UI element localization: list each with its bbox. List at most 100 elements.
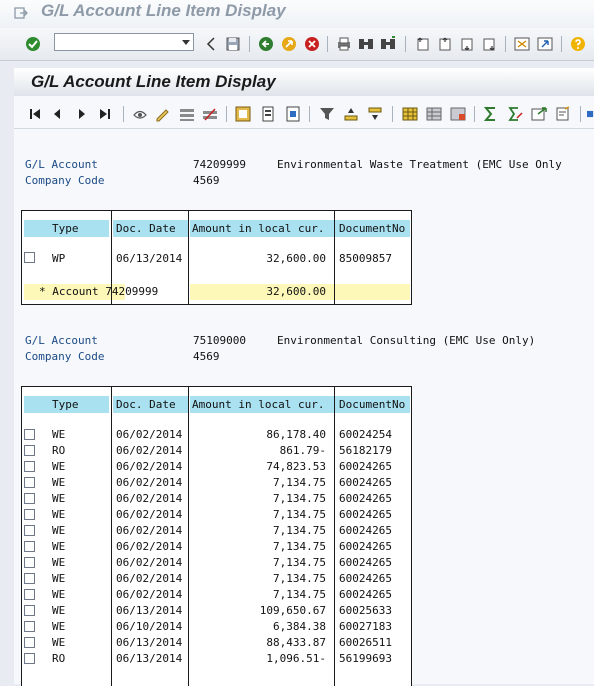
subtotal-icon[interactable] bbox=[507, 106, 523, 122]
document-no-cell[interactable]: 60027183 bbox=[339, 619, 392, 635]
command-input[interactable] bbox=[57, 39, 175, 53]
line-item-list: G/L Account 74209999 Environmental Waste… bbox=[14, 130, 594, 686]
row-checkbox[interactable] bbox=[24, 557, 35, 568]
row-checkbox[interactable] bbox=[24, 493, 35, 504]
next-page-icon[interactable] bbox=[459, 36, 475, 52]
document-no-cell[interactable]: 60024265 bbox=[339, 555, 392, 571]
document-no-cell[interactable]: 60026511 bbox=[339, 635, 392, 651]
sort-descending-icon[interactable] bbox=[367, 106, 383, 122]
create-session-icon[interactable] bbox=[514, 36, 530, 52]
row-checkbox[interactable] bbox=[24, 653, 35, 664]
last-item-icon[interactable] bbox=[97, 106, 113, 122]
export-icon[interactable] bbox=[531, 106, 547, 122]
table-row[interactable]: WE 06/02/2014 74,823.53 60024265 bbox=[22, 459, 413, 475]
row-checkbox[interactable] bbox=[24, 252, 35, 263]
chevron-down-icon[interactable] bbox=[182, 40, 190, 45]
save-layout-icon[interactable] bbox=[450, 106, 466, 122]
table-row[interactable]: WE 06/02/2014 7,134.75 60024265 bbox=[22, 491, 413, 507]
column-header-document-no[interactable]: DocumentNo bbox=[335, 220, 410, 237]
document-no-cell[interactable]: 60024265 bbox=[339, 571, 392, 587]
next-item-icon[interactable] bbox=[74, 106, 90, 122]
layout-icon[interactable] bbox=[402, 106, 418, 122]
choose-details-icon[interactable] bbox=[260, 106, 276, 122]
doc-type-cell: WE bbox=[52, 460, 66, 473]
document-no-cell[interactable]: 60025633 bbox=[339, 603, 392, 619]
document-no-cell[interactable]: 60024265 bbox=[339, 459, 392, 475]
find-next-icon[interactable] bbox=[380, 36, 396, 52]
column-header-amount[interactable]: Amount in local cur. bbox=[190, 220, 334, 237]
column-header-type[interactable]: Type bbox=[24, 396, 109, 413]
select-all-icon[interactable] bbox=[179, 106, 195, 122]
help-icon[interactable] bbox=[570, 36, 586, 52]
sort-ascending-icon[interactable] bbox=[343, 106, 359, 122]
deselect-all-icon[interactable] bbox=[202, 106, 218, 122]
table-row[interactable]: WE 06/10/2014 6,384.38 60027183 bbox=[22, 619, 413, 635]
back-icon[interactable] bbox=[258, 36, 274, 52]
exit-app-icon[interactable] bbox=[14, 5, 28, 24]
previous-item-icon[interactable] bbox=[49, 106, 65, 122]
table-row[interactable]: WP 06/13/2014 32,600.00 85009857 bbox=[22, 251, 413, 267]
document-no-cell[interactable]: 56199693 bbox=[339, 651, 392, 667]
column-header-doc-date[interactable]: Doc. Date bbox=[113, 396, 189, 413]
first-page-icon[interactable] bbox=[415, 36, 431, 52]
document-no-cell[interactable]: 60024254 bbox=[339, 427, 392, 443]
display-document-icon[interactable] bbox=[132, 106, 148, 122]
document-no-cell[interactable]: 60024265 bbox=[339, 507, 392, 523]
exit-icon[interactable] bbox=[281, 36, 297, 52]
document-no-cell[interactable]: 60024265 bbox=[339, 491, 392, 507]
row-checkbox[interactable] bbox=[24, 573, 35, 584]
row-checkbox[interactable] bbox=[24, 509, 35, 520]
print-icon[interactable] bbox=[336, 36, 352, 52]
first-item-icon[interactable] bbox=[27, 106, 43, 122]
cancel-icon[interactable] bbox=[304, 36, 320, 52]
table-row[interactable]: WE 06/02/2014 86,178.40 60024254 bbox=[22, 427, 413, 443]
row-checkbox[interactable] bbox=[24, 541, 35, 552]
shortcut-icon[interactable] bbox=[537, 36, 553, 52]
column-header-amount[interactable]: Amount in local cur. bbox=[190, 396, 334, 413]
row-checkbox[interactable] bbox=[24, 589, 35, 600]
set-filter-icon[interactable] bbox=[319, 106, 335, 122]
document-header-icon[interactable] bbox=[235, 106, 251, 122]
row-checkbox[interactable] bbox=[24, 525, 35, 536]
table-row[interactable]: WE 06/02/2014 7,134.75 60024265 bbox=[22, 555, 413, 571]
table-row[interactable]: WE 06/02/2014 7,134.75 60024265 bbox=[22, 539, 413, 555]
table-row[interactable]: WE 06/13/2014 109,650.67 60025633 bbox=[22, 603, 413, 619]
column-header-doc-date[interactable]: Doc. Date bbox=[113, 220, 189, 237]
save-selection-icon[interactable] bbox=[285, 106, 301, 122]
history-back-icon[interactable] bbox=[203, 36, 219, 52]
total-icon[interactable] bbox=[483, 106, 499, 122]
row-checkbox[interactable] bbox=[24, 621, 35, 632]
column-header-document-no[interactable]: DocumentNo bbox=[335, 396, 410, 413]
change-layout-icon[interactable] bbox=[426, 106, 442, 122]
print-preview-icon[interactable] bbox=[555, 106, 571, 122]
row-checkbox[interactable] bbox=[24, 461, 35, 472]
table-row[interactable]: WE 06/02/2014 7,134.75 60024265 bbox=[22, 571, 413, 587]
row-checkbox[interactable] bbox=[24, 605, 35, 616]
row-checkbox[interactable] bbox=[24, 429, 35, 440]
find-icon[interactable] bbox=[358, 36, 374, 52]
more-icon[interactable] bbox=[587, 106, 594, 122]
table-row[interactable]: WE 06/02/2014 7,134.75 60024265 bbox=[22, 523, 413, 539]
table-row[interactable]: WE 06/13/2014 88,433.87 60026511 bbox=[22, 635, 413, 651]
document-no-cell[interactable]: 85009857 bbox=[339, 251, 392, 267]
column-header-type[interactable]: Type bbox=[24, 220, 109, 237]
row-checkbox[interactable] bbox=[24, 637, 35, 648]
table-row[interactable]: WE 06/02/2014 7,134.75 60024265 bbox=[22, 507, 413, 523]
table-row[interactable]: RO 06/02/2014 861.79- 56182179 bbox=[22, 443, 413, 459]
change-document-icon[interactable] bbox=[154, 106, 170, 122]
row-checkbox[interactable] bbox=[24, 445, 35, 456]
document-no-cell[interactable]: 60024265 bbox=[339, 587, 392, 603]
row-checkbox[interactable] bbox=[24, 477, 35, 488]
table-row[interactable]: WE 06/02/2014 7,134.75 60024265 bbox=[22, 587, 413, 603]
table-row[interactable]: RO 06/13/2014 1,096.51- 56199693 bbox=[22, 651, 413, 667]
previous-page-icon[interactable] bbox=[437, 36, 453, 52]
document-no-cell[interactable]: 56182179 bbox=[339, 443, 392, 459]
save-icon[interactable] bbox=[225, 36, 241, 52]
enter-icon[interactable] bbox=[25, 36, 41, 52]
document-no-cell[interactable]: 60024265 bbox=[339, 475, 392, 491]
table-row[interactable]: WE 06/02/2014 7,134.75 60024265 bbox=[22, 475, 413, 491]
command-field[interactable] bbox=[54, 33, 194, 53]
last-page-icon[interactable] bbox=[481, 36, 497, 52]
document-no-cell[interactable]: 60024265 bbox=[339, 539, 392, 555]
document-no-cell[interactable]: 60024265 bbox=[339, 523, 392, 539]
